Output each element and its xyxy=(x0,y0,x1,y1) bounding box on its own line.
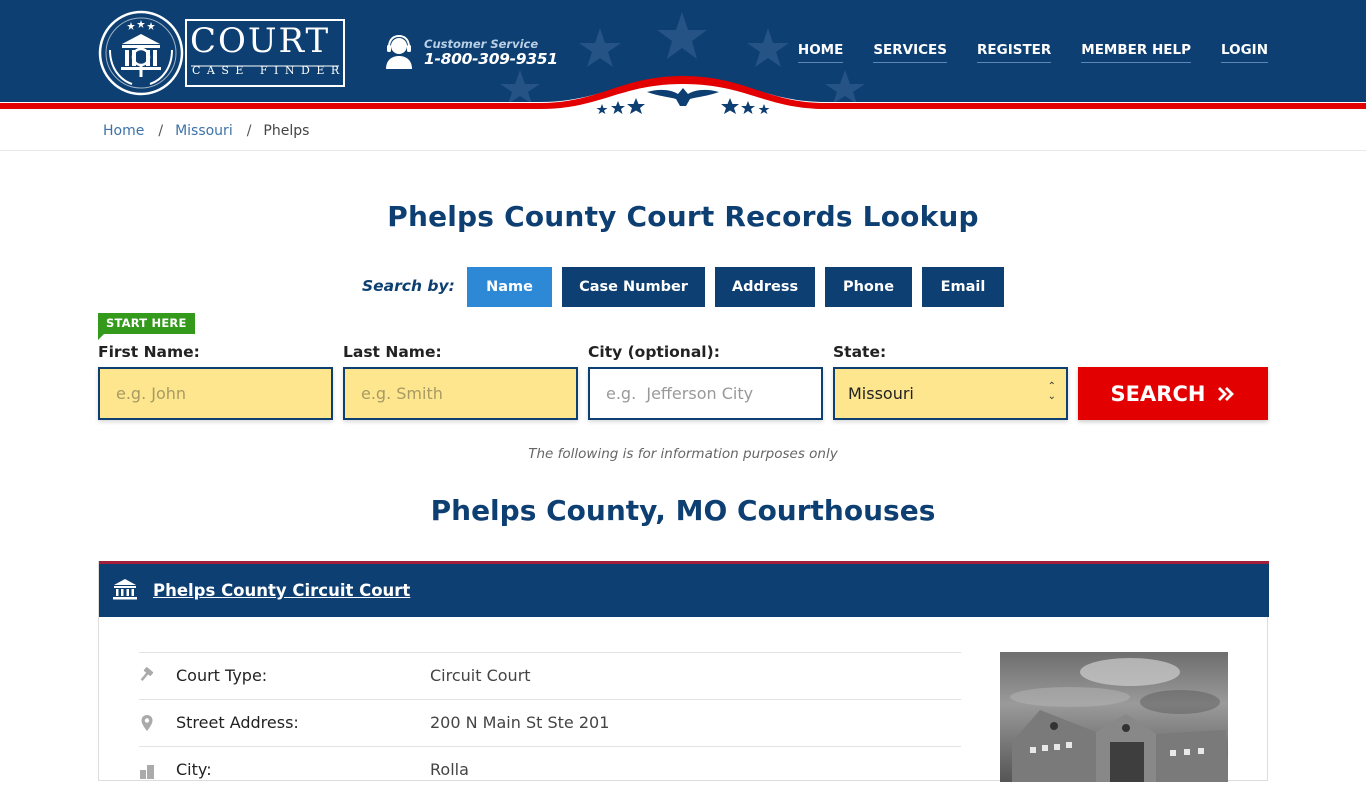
courthouse-name-link[interactable]: Phelps County Circuit Court xyxy=(153,581,410,600)
select-updown-icon: ⌃ ⌄ xyxy=(1047,381,1056,402)
tab-phone[interactable]: Phone xyxy=(825,267,912,307)
info-label: City: xyxy=(176,760,212,779)
courthouse-photo xyxy=(1000,652,1228,782)
site-logo[interactable]: COURT CASE FINDER xyxy=(98,10,348,96)
search-button[interactable]: SEARCH xyxy=(1078,367,1268,420)
tab-case-number[interactable]: Case Number xyxy=(562,267,705,307)
breadcrumb-state[interactable]: Missouri xyxy=(175,123,233,139)
info-row-court-type: Court Type: Circuit Court xyxy=(139,652,961,699)
info-label: Court Type: xyxy=(176,666,268,685)
search-button-label: SEARCH xyxy=(1110,381,1206,406)
court-seal-icon xyxy=(98,10,184,96)
breadcrumb-home[interactable]: Home xyxy=(103,123,144,139)
customer-service-label: Customer Service xyxy=(424,37,539,51)
info-value: 200 N Main St Ste 201 xyxy=(430,713,610,732)
info-row-street-address: Street Address: 200 N Main St Ste 201 xyxy=(139,699,961,746)
info-disclaimer: The following is for information purpose… xyxy=(528,446,838,462)
courthouses-title: Phelps County, MO Courthouses xyxy=(430,494,936,527)
info-value: Circuit Court xyxy=(430,666,531,685)
first-name-input[interactable] xyxy=(98,367,333,420)
city-icon xyxy=(140,765,154,779)
customer-service[interactable]: Customer Service 1-800-309-9351 xyxy=(384,34,558,73)
city-label: City (optional): xyxy=(588,343,720,361)
courthouse-card-header: Phelps County Circuit Court xyxy=(99,561,1269,617)
search-by-label: Search by: xyxy=(362,277,455,295)
logo-wordmark: COURT xyxy=(190,21,331,61)
customer-service-phone[interactable]: 1-800-309-9351 xyxy=(424,50,558,68)
gavel-icon xyxy=(140,667,154,682)
state-label: State: xyxy=(833,343,887,361)
breadcrumb: Home / Missouri / Phelps xyxy=(0,114,1366,151)
nav-login[interactable]: LOGIN xyxy=(1221,42,1268,63)
map-pin-icon xyxy=(141,715,153,731)
breadcrumb-separator: / xyxy=(158,123,164,139)
info-label: Street Address: xyxy=(176,713,299,732)
nav-home[interactable]: HOME xyxy=(797,42,844,63)
breadcrumb-separator: / xyxy=(246,123,252,139)
logo-subtitle: CASE FINDER xyxy=(192,64,346,77)
main-nav: HOME SERVICES REGISTER MEMBER HELP LOGIN xyxy=(797,42,1268,63)
tab-email[interactable]: Email xyxy=(922,267,1004,307)
nav-register[interactable]: REGISTER xyxy=(977,42,1052,63)
nav-services[interactable]: SERVICES xyxy=(873,42,947,63)
first-name-label: First Name: xyxy=(98,343,200,361)
info-row-city: City: Rolla xyxy=(139,746,961,793)
tab-address[interactable]: Address xyxy=(715,267,815,307)
breadcrumb-current: Phelps xyxy=(263,123,310,139)
city-input[interactable] xyxy=(588,367,823,420)
double-chevron-right-icon xyxy=(1218,386,1235,401)
last-name-label: Last Name: xyxy=(343,343,442,361)
state-select[interactable]: Missouri ⌃ ⌄ xyxy=(833,367,1068,420)
courthouse-card: Phelps County Circuit Court Court Type: … xyxy=(98,561,1269,782)
info-value: Rolla xyxy=(430,760,469,779)
courthouse-icon xyxy=(113,579,137,600)
state-select-value: Missouri xyxy=(848,384,914,403)
headset-support-icon xyxy=(386,34,412,69)
site-header: COURT CASE FINDER Customer Service 1-800… xyxy=(0,0,1366,114)
courthouse-building-image xyxy=(1000,652,1228,782)
start-here-badge: START HERE xyxy=(98,313,195,340)
tab-name[interactable]: Name xyxy=(467,267,552,307)
page-title: Phelps County Court Records Lookup xyxy=(387,200,979,233)
last-name-input[interactable] xyxy=(343,367,578,420)
nav-member-help[interactable]: MEMBER HELP xyxy=(1081,42,1191,63)
